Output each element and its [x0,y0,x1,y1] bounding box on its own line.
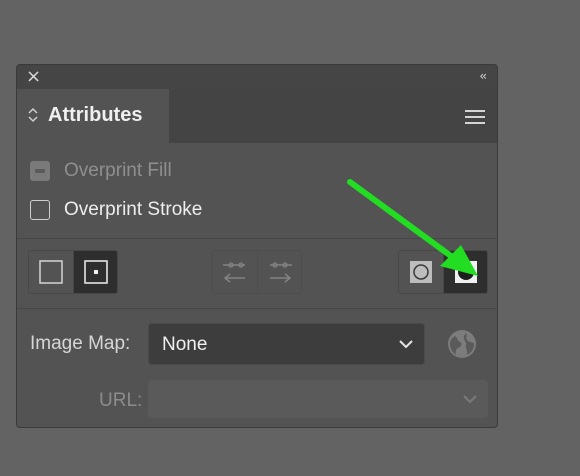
direction-group [212,250,302,294]
reverse-right-button [257,251,301,293]
overprint-stroke-checkbox[interactable] [30,200,50,220]
divider [17,308,497,309]
chevron-down-icon [463,395,477,404]
url-dropdown [148,380,488,418]
globe-icon[interactable] [446,328,478,360]
image-map-dropdown[interactable]: None [148,323,425,365]
overprint-fill-row: Overprint Fill [30,158,172,184]
overprint-stroke-row: Overprint Stroke [30,197,202,223]
chevron-down-icon [399,340,413,349]
tab-chevrons-icon [28,107,38,123]
hide-center-button[interactable] [29,251,73,293]
panel-titlebar: × ‹‹ [17,65,497,89]
close-icon[interactable]: × [26,68,41,86]
reverse-path-right-icon [270,262,292,283]
show-center-icon [84,260,108,284]
image-map-label: Image Map: [30,333,131,354]
image-map-value: None [162,334,208,355]
divider [17,238,497,239]
url-label: URL: [99,390,143,411]
overprint-stroke-label[interactable]: Overprint Stroke [64,199,202,221]
tab-attributes[interactable]: Attributes [17,89,169,143]
hide-center-icon [39,260,63,284]
overprint-fill-label: Overprint Fill [64,160,172,181]
overprint-fill-checkbox [30,161,50,181]
nonzero-winding-icon [410,261,432,283]
evenodd-fill-icon [455,261,477,283]
evenodd-fill-button[interactable] [443,251,487,293]
nonzero-winding-button[interactable] [399,251,443,293]
hamburger-menu-icon[interactable] [465,110,485,124]
tab-strip: Attributes [17,89,497,143]
reverse-path-left-icon [223,262,245,283]
center-point-group [28,250,118,294]
tab-label: Attributes [48,104,143,126]
attributes-panel: × ‹‹ Attributes Overprint Fill Overprint… [16,64,498,428]
reverse-left-button [213,251,257,293]
show-center-button[interactable] [73,251,117,293]
fill-rule-group [398,250,488,294]
collapse-panel-icon[interactable]: ‹‹ [479,70,486,82]
